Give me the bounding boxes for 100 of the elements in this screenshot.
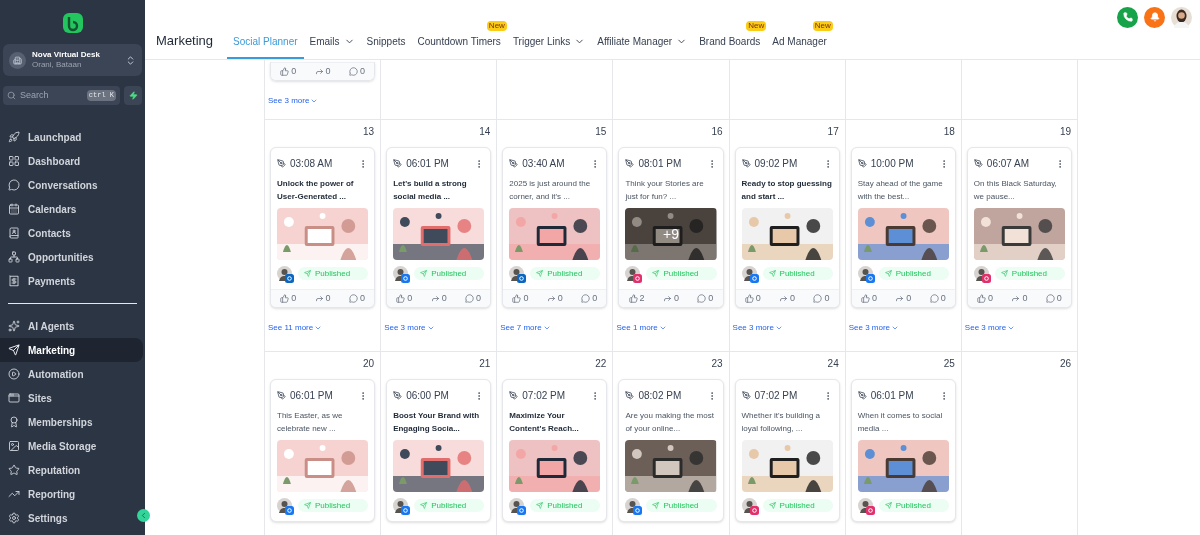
post-card[interactable]: 08:01 PM Think your Stories are just for fun? ... +9 Published 2 0 0 xyxy=(618,147,724,308)
see-more-link[interactable]: See 3 more xyxy=(961,322,1019,334)
status-label: Published xyxy=(547,499,583,512)
avatar[interactable] xyxy=(1171,6,1192,28)
post-card[interactable]: 06:01 PM Let's build a strong social media ... Published 0 0 0 xyxy=(386,147,492,308)
post-card[interactable]: 06:01 PM This Easter, as we celebrate new ... Published xyxy=(270,379,376,522)
send-icon xyxy=(768,502,776,509)
comments-count: 0 xyxy=(592,291,598,305)
share-icon xyxy=(546,294,556,303)
nav-tab[interactable]: Affiliate Manager xyxy=(591,34,694,59)
pen-icon xyxy=(277,159,286,168)
sidebar-item[interactable]: Sites xyxy=(0,386,143,410)
notifications-button[interactable] xyxy=(1144,6,1165,28)
sidebar-item[interactable]: Memberships xyxy=(0,410,143,434)
likes-count: 0 xyxy=(407,291,413,305)
location-icon xyxy=(9,51,26,69)
quick-action-button[interactable] xyxy=(124,86,142,105)
post-text: This Easter, as we celebrate new ... xyxy=(277,410,344,435)
share-icon xyxy=(1011,294,1021,303)
contact-book-icon xyxy=(8,227,20,239)
sidebar-item[interactable]: Settings xyxy=(0,506,133,530)
comment-icon xyxy=(1045,294,1055,303)
chevron-down-icon xyxy=(891,324,900,332)
phone-button[interactable] xyxy=(1117,6,1138,28)
post-time: 08:01 PM xyxy=(638,157,682,171)
sidebar-item[interactable]: Payments xyxy=(0,269,145,293)
send-icon xyxy=(768,270,776,277)
post-card[interactable]: 0 0 0 xyxy=(270,62,376,81)
nav-tab[interactable]: Snippets xyxy=(360,34,412,59)
post-card[interactable]: 06:07 AM On this Black Saturday, we pause... Published 0 0 0 xyxy=(966,147,1072,308)
pen-icon xyxy=(625,159,635,168)
chevron-down-icon xyxy=(542,324,551,332)
thumbs-up-icon xyxy=(280,294,290,303)
day-number: 21 xyxy=(479,357,492,371)
sidebar-item[interactable]: Dashboard xyxy=(0,149,145,173)
search-input[interactable]: Search xyxy=(20,88,83,103)
award-icon xyxy=(8,416,20,428)
see-more-link[interactable]: See 3 more xyxy=(265,95,322,107)
day-number: 22 xyxy=(595,357,608,371)
nav-tab[interactable]: Ad Manager xyxy=(766,34,833,59)
comment-icon xyxy=(348,67,358,76)
pen-icon xyxy=(509,159,519,168)
likes-count: 2 xyxy=(639,291,645,305)
nav-tab[interactable]: Brand Boards xyxy=(693,34,767,59)
thumbs-up-icon xyxy=(396,294,406,303)
see-more-link[interactable]: See 7 more xyxy=(497,322,554,334)
post-card[interactable]: 10:00 PM Stay ahead of the game with the best... Published 0 0 0 xyxy=(850,147,956,308)
post-card[interactable]: 06:00 PM Boost Your Brand with Engaging Socia... Published xyxy=(386,379,492,522)
sidebar-item[interactable]: Marketing xyxy=(0,338,143,362)
shares-count: 0 xyxy=(325,291,331,305)
likes-count: 0 xyxy=(291,291,297,305)
see-more-link[interactable]: See 3 more xyxy=(845,322,903,334)
see-more-link[interactable]: See 3 more xyxy=(381,322,438,334)
nav-tab[interactable]: Countdown Timers xyxy=(411,34,507,59)
see-more-link[interactable]: See 1 more xyxy=(613,322,670,334)
sidebar-item[interactable]: Launchpad xyxy=(0,125,145,149)
logo-icon xyxy=(61,12,84,34)
chevron-down-icon xyxy=(658,324,667,332)
status-label: Published xyxy=(663,499,699,512)
receipt-icon xyxy=(8,275,20,287)
sidebar-item[interactable]: Opportunities xyxy=(0,245,145,269)
post-card[interactable]: 09:02 PM Ready to stop guessing and start ... Published 0 0 0 xyxy=(734,147,840,308)
sidebar-item[interactable]: Automation xyxy=(0,362,143,386)
post-time: 07:02 PM xyxy=(522,389,566,403)
sidebar-item[interactable]: AI Agents xyxy=(0,314,143,338)
post-card[interactable]: 08:02 PM Are you making the most of your online... Published xyxy=(618,379,724,522)
share-icon xyxy=(779,294,789,303)
browser-window-icon xyxy=(8,392,20,404)
sidebar-item[interactable]: Reputation xyxy=(0,458,143,482)
sidebar-item[interactable]: Media Storage xyxy=(0,434,143,458)
nav-tab[interactable]: Emails xyxy=(303,34,361,59)
post-card[interactable]: 06:01 PM When it comes to social media ... Published xyxy=(850,379,956,522)
sidebar-item[interactable]: Calendars xyxy=(0,197,145,221)
post-text: 2025 is just around the corner, and it's ... xyxy=(509,178,592,203)
day-number: 23 xyxy=(711,357,724,371)
send-icon xyxy=(884,270,892,277)
nav-tab[interactable]: Trigger Links xyxy=(506,34,592,59)
collapse-button[interactable] xyxy=(137,509,150,522)
calendar-icon xyxy=(8,203,20,215)
page-title: Marketing xyxy=(156,31,214,50)
share-icon xyxy=(314,294,324,303)
thumbs-up-icon xyxy=(744,294,754,303)
sidebar-item[interactable]: Reporting xyxy=(0,482,143,506)
sidebar-item[interactable]: Conversations xyxy=(0,173,145,197)
post-text: On this Black Saturday, we pause... xyxy=(973,178,1058,203)
post-card[interactable]: 03:08 AM Unlock the power of User-Generated ... Published 0 0 0 xyxy=(270,147,376,308)
status-label: Published xyxy=(663,267,699,280)
see-more-link[interactable]: See 11 more xyxy=(265,322,326,334)
sidebar-item[interactable]: Contacts xyxy=(0,221,145,245)
post-time: 10:00 PM xyxy=(870,157,914,171)
location-switcher[interactable]: Nova Virtual Desk Orani, Bataan xyxy=(3,44,142,76)
post-card[interactable]: 07:02 PM Whether it's building a loyal following, ... Published xyxy=(734,379,840,522)
status-label: Published xyxy=(547,267,583,280)
likes-count: 0 xyxy=(988,291,994,305)
post-time: 06:01 PM xyxy=(870,389,914,403)
day-number: 19 xyxy=(1059,125,1072,139)
comments-count: 0 xyxy=(824,291,830,305)
post-card[interactable]: 03:40 AM 2025 is just around the corner, and it's ... Published 0 0 0 xyxy=(502,147,608,308)
see-more-link[interactable]: See 3 more xyxy=(729,322,786,334)
post-card[interactable]: 07:02 PM Maximize Your Content's Reach... Published xyxy=(502,379,608,522)
